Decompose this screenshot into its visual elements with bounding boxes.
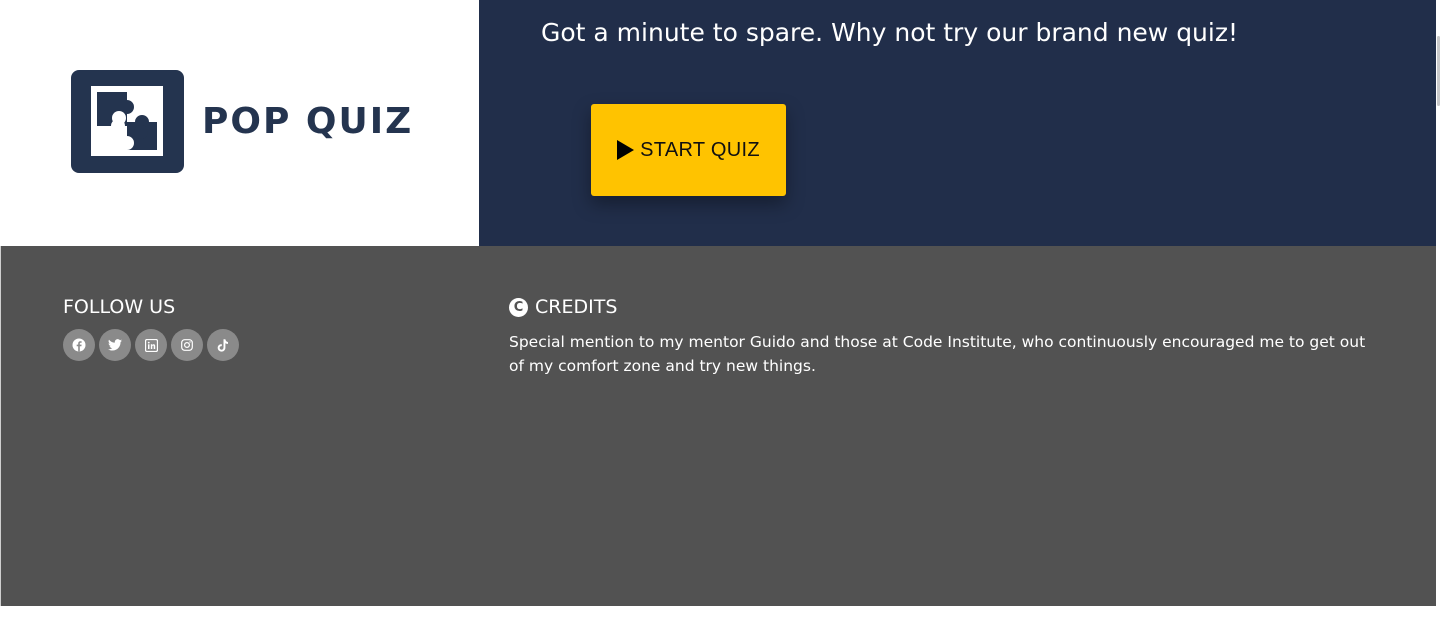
credits-title-row: C CREDITS [509, 296, 1369, 318]
linkedin-icon [144, 338, 158, 352]
facebook-link[interactable] [63, 329, 95, 361]
tiktok-icon [217, 338, 228, 352]
credits-title: CREDITS [535, 296, 618, 318]
instagram-link[interactable] [171, 329, 203, 361]
logo-panel: POP QUIZ [0, 0, 479, 246]
social-links [63, 329, 243, 361]
puzzle-icon [71, 70, 184, 173]
follow-us-title: FOLLOW US [63, 296, 176, 318]
instagram-icon [181, 339, 193, 351]
cta-panel: Got a minute to spare. Why not try our b… [479, 0, 1436, 246]
footer: FOLLOW US C CREDITS Special mention to m… [0, 246, 1436, 606]
site-logo[interactable]: POP QUIZ [71, 70, 413, 173]
twitter-icon [108, 339, 122, 351]
facebook-icon [72, 338, 86, 352]
page: POP QUIZ Got a minute to spare. Why not … [0, 0, 1440, 629]
linkedin-link[interactable] [135, 329, 167, 361]
cta-heading: Got a minute to spare. Why not try our b… [541, 18, 1238, 47]
twitter-link[interactable] [99, 329, 131, 361]
start-quiz-label: START QUIZ [640, 138, 760, 161]
hero-section: POP QUIZ Got a minute to spare. Why not … [0, 0, 1436, 246]
logo-text: POP QUIZ [202, 100, 414, 142]
play-icon [617, 140, 635, 160]
copyright-icon: C [509, 297, 528, 317]
credits-text: Special mention to my mentor Guido and t… [509, 333, 1366, 375]
tiktok-link[interactable] [207, 329, 239, 361]
start-quiz-button[interactable]: START QUIZ [591, 104, 786, 196]
credits-section: C CREDITS Special mention to my mentor G… [509, 296, 1369, 378]
follow-us-section: FOLLOW US [63, 296, 243, 361]
